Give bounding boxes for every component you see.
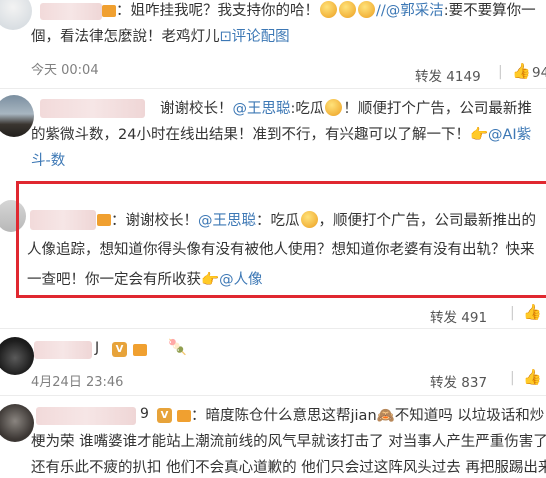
avatar[interactable] xyxy=(0,337,34,375)
like-count: 94 xyxy=(532,65,546,81)
mention-link[interactable]: @王思聪 xyxy=(233,101,291,117)
vip-badge-icon: V xyxy=(112,342,127,357)
like-icon[interactable]: 👍 xyxy=(523,368,542,386)
emoji-icon xyxy=(320,1,337,18)
comment-text: :要不要算你一 xyxy=(443,3,536,19)
mention-link[interactable]: @AI紫 xyxy=(488,127,531,143)
comment-text: ！顺便打个广告，公司最新推 xyxy=(343,101,532,117)
comment-text: 個，看法律怎麼說！老鸡灯儿 xyxy=(31,29,220,45)
divider: | xyxy=(510,370,515,386)
comment-text: 不知道吗 以垃圾话和炒 xyxy=(394,408,545,424)
vip-badge-icon: V xyxy=(157,408,172,423)
timestamp: 今天 00:04 xyxy=(31,63,99,78)
image-icon: ⊡ xyxy=(219,29,232,45)
mention-link[interactable]: //@郭采洁 xyxy=(376,3,444,19)
crown-icon xyxy=(133,344,147,356)
username-blurred[interactable] xyxy=(40,3,102,20)
divider: | xyxy=(498,64,503,80)
avatar[interactable] xyxy=(0,0,32,30)
like-icon[interactable]: 👍 xyxy=(523,303,542,321)
username-blurred[interactable] xyxy=(34,341,92,359)
emoji-icon xyxy=(339,1,356,18)
comment-text: ：姐咋挂我呢？我支持你的哈！ xyxy=(116,3,319,19)
repost-button[interactable]: 转发 4149 xyxy=(415,65,481,85)
separator xyxy=(0,88,546,89)
username-fragment[interactable]: 9 xyxy=(140,406,149,422)
image-link[interactable]: ⊡评论配图 xyxy=(220,29,290,45)
comment-text: :吃瓜 xyxy=(290,101,325,117)
divider: | xyxy=(510,305,515,321)
comment-text: ：暗度陈仓什么意思这帮jian xyxy=(191,408,377,424)
username-blurred[interactable] xyxy=(40,99,145,118)
comment-text: 谢谢校长！ xyxy=(160,101,233,117)
like-icon[interactable]: 👍 xyxy=(512,62,531,80)
comment-text: 的紫微斗数，24小时在线出结果！准到不行，有兴趣可以了解一下！ xyxy=(31,127,470,143)
username-fragment[interactable]: J xyxy=(95,340,99,356)
timestamp: 4月24日 23:46 xyxy=(31,375,124,390)
avatar[interactable] xyxy=(0,95,34,137)
repost-button[interactable]: 转发 491 xyxy=(430,306,487,326)
comment-text: 还有乐此不疲的扒扣 他们不会真心道歉的 他们只会过这阵风头过去 再把服踢出来 xyxy=(31,460,546,476)
separator xyxy=(0,395,546,396)
ear-icon: 🍡 xyxy=(168,338,187,356)
crown-icon xyxy=(177,410,191,422)
emoji-icon xyxy=(325,99,343,116)
username-blurred[interactable] xyxy=(36,407,136,425)
avatar[interactable] xyxy=(0,404,34,442)
emoji-icon xyxy=(358,1,375,18)
monkey-emoji-icon: 🙈 xyxy=(376,408,395,424)
pointing-hand-icon: 👉 xyxy=(469,127,489,143)
repost-button[interactable]: 转发 837 xyxy=(430,371,487,391)
crown-icon xyxy=(102,5,116,17)
separator xyxy=(0,328,546,329)
comment-text: 梗为荣 谁嘴婆谁才能站上潮流前线的风气早就该打击了 对当事人产生严重伤害了 xyxy=(31,434,546,450)
highlight-box xyxy=(16,181,546,298)
mention-link[interactable]: 斗-数 xyxy=(31,153,65,169)
